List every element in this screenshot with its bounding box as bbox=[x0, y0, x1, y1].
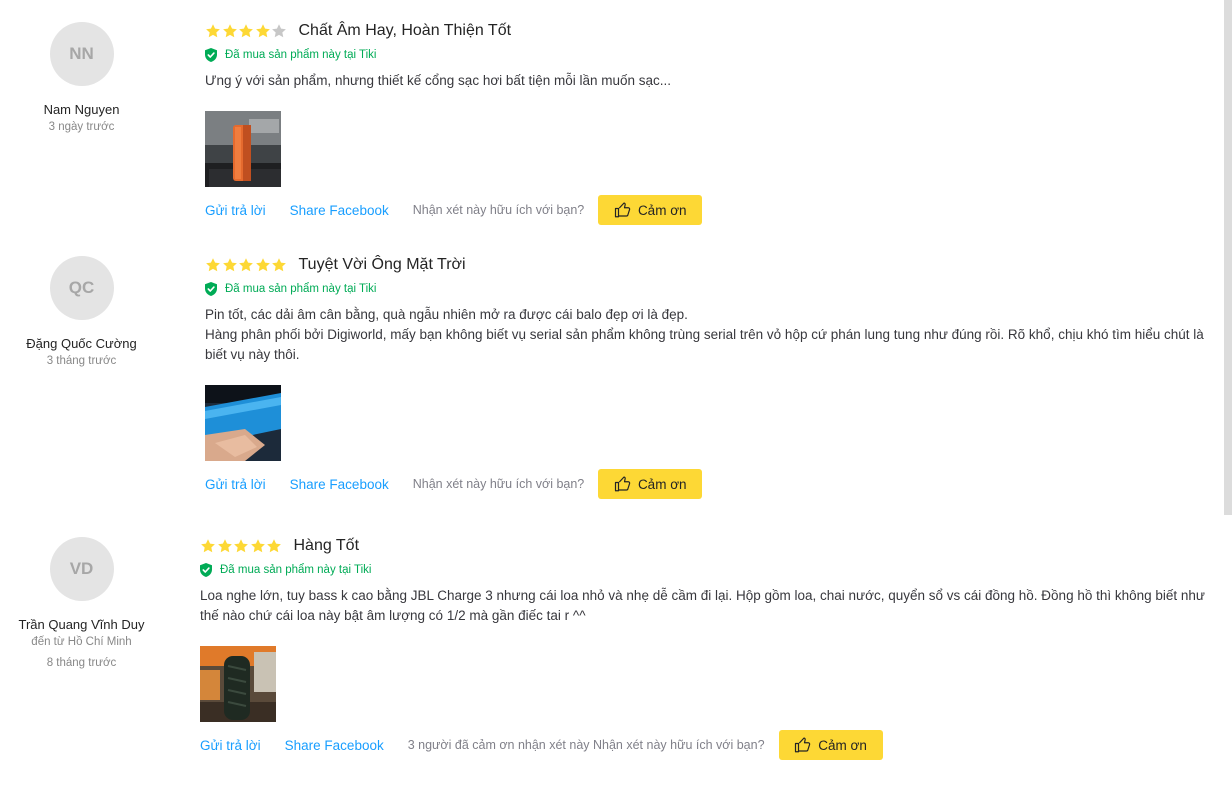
reply-link[interactable]: Gửi trả lời bbox=[205, 477, 266, 492]
reviewer-name: Đặng Quốc Cường bbox=[26, 336, 137, 351]
helpful-question: 3 người đã cảm ơn nhận xét này Nhận xét … bbox=[407, 738, 765, 752]
shield-check-icon bbox=[200, 563, 212, 577]
helpful-question: Nhận xét này hữu ích với bạn? bbox=[412, 203, 585, 217]
reviewer-location: đến từ Hồ Chí Minh bbox=[31, 636, 132, 648]
avatar: VD bbox=[49, 537, 114, 601]
reply-link[interactable]: Gửi trả lời bbox=[200, 738, 261, 753]
review-content: Tuyệt Vời Ông Mặt Trời Đã mua sản phẩm n… bbox=[205, 254, 1205, 499]
star-filled-icon bbox=[267, 539, 281, 553]
thanks-button[interactable]: Cảm ơn bbox=[598, 469, 703, 499]
thumbs-up-icon bbox=[614, 476, 631, 492]
review-title: Chất Âm Hay, Hoàn Thiện Tốt bbox=[298, 22, 512, 39]
star-rating bbox=[205, 23, 288, 39]
scrollbar[interactable] bbox=[1224, 0, 1232, 515]
review-time: 3 ngày trước bbox=[48, 121, 115, 133]
star-filled-icon bbox=[201, 539, 215, 553]
review-actions: Gửi trả lời Share Facebook Nhận xét này … bbox=[205, 195, 1205, 225]
review-comment: Loa nghe lớn, tuy bass k cao bằng JBL Ch… bbox=[200, 586, 1205, 626]
verified-text: Đã mua sản phẩm này tại Tiki bbox=[225, 49, 377, 61]
verified-text: Đã mua sản phẩm này tại Tiki bbox=[220, 564, 372, 576]
thumbs-up-icon bbox=[795, 737, 811, 753]
verified-text: Đã mua sản phẩm này tại Tiki bbox=[225, 283, 377, 295]
comment-line: Hàng phân phối bởi Digiworld, mấy bạn kh… bbox=[205, 327, 1204, 362]
thanks-button[interactable]: Cảm ơn bbox=[778, 730, 883, 760]
share-facebook-link[interactable]: Share Facebook bbox=[285, 738, 384, 753]
reviewer-info: QC Đặng Quốc Cường 3 tháng trước bbox=[0, 256, 163, 367]
review-comment: Ưng ý với sản phẩm, nhưng thiết kế cổng … bbox=[205, 71, 1205, 91]
star-rating bbox=[205, 257, 288, 273]
helpful-question: Nhận xét này hữu ích với bạn? bbox=[412, 477, 585, 491]
thanks-button[interactable]: Cảm ơn bbox=[598, 195, 703, 225]
comment-line: Ưng ý với sản phẩm, nhưng thiết kế cổng … bbox=[205, 73, 672, 88]
thanks-label: Cảm ơn bbox=[637, 202, 687, 218]
star-filled-icon bbox=[255, 24, 270, 38]
thanks-label: Cảm ơn bbox=[818, 737, 867, 753]
star-filled-icon bbox=[239, 258, 253, 272]
reviewer-info: VD Trần Quang Vĩnh Duy đến từ Hồ Chí Min… bbox=[0, 537, 163, 669]
shield-check-icon bbox=[205, 48, 217, 62]
share-facebook-link[interactable]: Share Facebook bbox=[290, 477, 389, 492]
comment-line: Loa nghe lớn, tuy bass k cao bằng JBL Ch… bbox=[200, 588, 1205, 623]
blue-speaker-photo[interactable] bbox=[205, 385, 281, 461]
star-filled-icon bbox=[239, 24, 253, 38]
reviewer-name: Nam Nguyen bbox=[43, 102, 120, 117]
star-filled-icon bbox=[250, 539, 265, 553]
star-empty-icon bbox=[272, 24, 286, 38]
star-filled-icon bbox=[234, 539, 248, 553]
review-content: Chất Âm Hay, Hoàn Thiện Tốt Đã mua sản p… bbox=[205, 20, 1205, 225]
star-filled-icon bbox=[272, 258, 286, 272]
review-time: 3 tháng trước bbox=[46, 355, 117, 367]
star-filled-icon bbox=[206, 24, 220, 38]
verified-badge: Đã mua sản phẩm này tại Tiki bbox=[205, 279, 1205, 299]
avatar: NN bbox=[49, 22, 114, 86]
thanks-label: Cảm ơn bbox=[637, 476, 687, 492]
star-filled-icon bbox=[206, 258, 220, 272]
star-filled-icon bbox=[255, 258, 270, 272]
star-filled-icon bbox=[222, 24, 237, 38]
review-title: Tuyệt Vời Ông Mặt Trời bbox=[298, 256, 466, 273]
review-time: 8 tháng trước bbox=[46, 657, 117, 669]
share-facebook-link[interactable]: Share Facebook bbox=[290, 203, 389, 218]
star-filled-icon bbox=[217, 539, 232, 553]
star-rating bbox=[200, 538, 283, 554]
reply-link[interactable]: Gửi trả lời bbox=[205, 203, 266, 218]
black-speaker-photo[interactable] bbox=[200, 646, 276, 722]
verified-badge: Đã mua sản phẩm này tại Tiki bbox=[200, 560, 1205, 580]
shield-check-icon bbox=[205, 282, 217, 296]
review-actions: Gửi trả lời Share Facebook Nhận xét này … bbox=[205, 469, 1205, 499]
reviewer-info: NN Nam Nguyen 3 ngày trước bbox=[0, 22, 163, 133]
comment-line: Pin tốt, các dải âm cân bằng, quà ngẫu n… bbox=[205, 307, 688, 322]
orange-speaker-photo[interactable] bbox=[205, 111, 281, 187]
verified-badge: Đã mua sản phẩm này tại Tiki bbox=[205, 45, 1205, 65]
review-comment: Pin tốt, các dải âm cân bằng, quà ngẫu n… bbox=[205, 305, 1205, 365]
reviewer-name: Trần Quang Vĩnh Duy bbox=[18, 617, 145, 632]
star-filled-icon bbox=[222, 258, 237, 272]
thumbs-up-icon bbox=[614, 202, 631, 218]
avatar: QC bbox=[49, 256, 114, 320]
review-actions: Gửi trả lời Share Facebook 3 người đã cả… bbox=[200, 730, 1205, 760]
review-content: Hàng Tốt Đã mua sản phẩm này tại Tiki Lo… bbox=[200, 535, 1205, 760]
review-title: Hàng Tốt bbox=[293, 537, 360, 554]
